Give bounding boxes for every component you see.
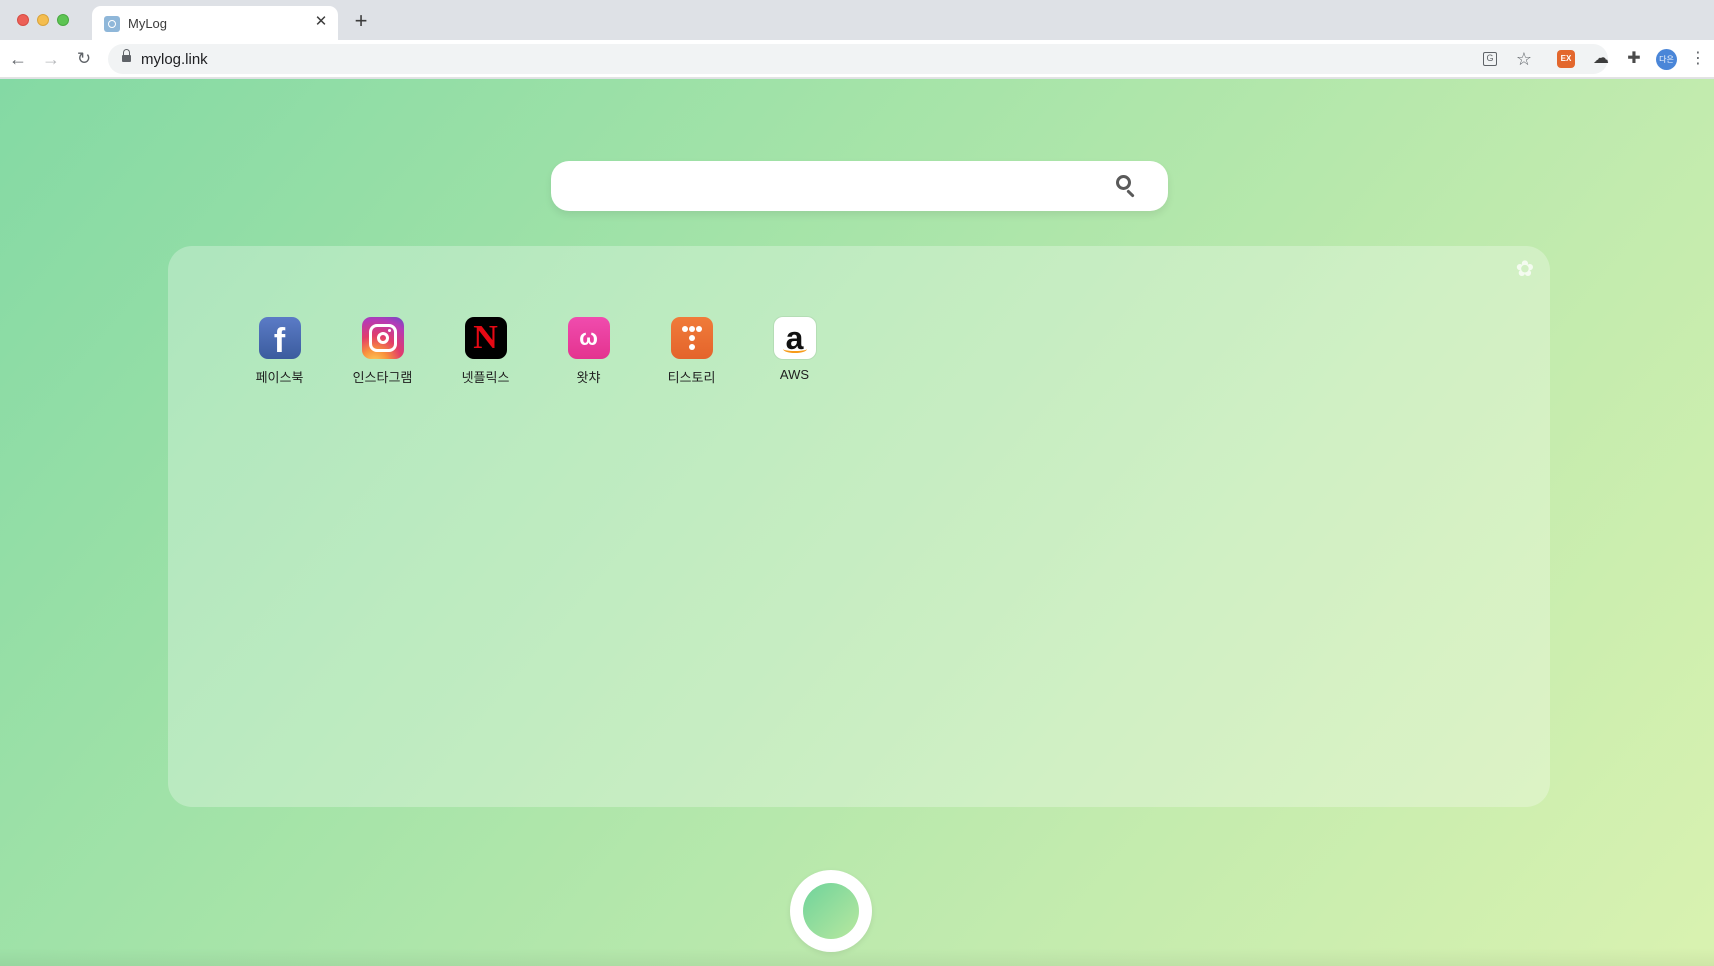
search-input[interactable]	[571, 171, 1111, 201]
shortcut-label[interactable]: 왓챠	[577, 367, 601, 386]
forward-button[interactable]: →	[40, 48, 62, 70]
shortcut-tistory[interactable]: 티스토리	[640, 317, 743, 386]
shortcut-label[interactable]: 페이스북	[256, 367, 304, 386]
shortcut-watcha[interactable]: ω 왓챠	[537, 317, 640, 386]
shortcut-netflix[interactable]: N 넷플릭스	[434, 317, 537, 386]
translate-icon[interactable]: G	[1483, 52, 1497, 66]
lock-icon[interactable]	[122, 49, 131, 63]
close-window-button[interactable]	[17, 14, 29, 26]
launcher-orb-icon	[803, 883, 859, 939]
tistory-icon[interactable]	[670, 317, 713, 359]
back-button[interactable]: ←	[7, 48, 29, 70]
shortcut-instagram[interactable]: 인스타그램	[331, 317, 434, 386]
shortcut-aws[interactable]: a AWS	[743, 317, 846, 386]
browser-tab[interactable]: MyLog ✕	[92, 6, 338, 40]
shortcut-label[interactable]: 티스토리	[668, 367, 716, 386]
profile-avatar[interactable]: 다은	[1656, 49, 1677, 70]
new-tab-button[interactable]: +	[350, 10, 372, 32]
amazon-smile-icon	[782, 345, 807, 353]
maximize-window-button[interactable]	[57, 14, 69, 26]
browser-menu-icon[interactable]: ⋮	[1688, 48, 1708, 70]
bottom-shadow	[0, 948, 1714, 966]
extensions-puzzle-icon[interactable]: ✚	[1623, 48, 1645, 70]
shortcut-label[interactable]: 넷플릭스	[462, 367, 510, 386]
gear-icon[interactable]: ✿	[1514, 258, 1536, 280]
shortcut-label[interactable]: 인스타그램	[353, 367, 413, 386]
amazon-icon[interactable]: a	[773, 317, 816, 359]
search-icon[interactable]	[1115, 174, 1139, 198]
watcha-icon[interactable]: ω	[567, 317, 610, 359]
shortcuts-panel: ✿ f 페이스북 인스타그램 N 넷플릭스 ω 왓챠 티스토리 a AWS	[168, 246, 1550, 807]
instagram-icon[interactable]	[361, 317, 404, 359]
launcher-button[interactable]	[790, 870, 872, 952]
close-tab-icon[interactable]: ✕	[312, 13, 330, 31]
address-bar[interactable]: mylog.link G ☆	[108, 44, 1608, 74]
shortcut-list: f 페이스북 인스타그램 N 넷플릭스 ω 왓챠 티스토리 a AWS	[228, 317, 846, 386]
tab-strip: MyLog ✕ +	[0, 0, 1714, 40]
shortcut-facebook[interactable]: f 페이스북	[228, 317, 331, 386]
minimize-window-button[interactable]	[37, 14, 49, 26]
page-background: ✿ f 페이스북 인스타그램 N 넷플릭스 ω 왓챠 티스토리 a AWS	[0, 79, 1714, 966]
extension-ex-icon[interactable]: EX	[1557, 50, 1575, 68]
favicon-icon	[104, 16, 120, 32]
browser-toolbar: ← → ↻ mylog.link G ☆ EX ☁ ✚ 다은 ⋮	[0, 40, 1714, 78]
url-text[interactable]: mylog.link	[141, 51, 208, 68]
facebook-icon[interactable]: f	[258, 317, 301, 360]
shortcut-label[interactable]: AWS	[780, 367, 809, 382]
extension-cloud-icon[interactable]: ☁	[1590, 48, 1612, 70]
reload-button[interactable]: ↻	[73, 48, 95, 70]
netflix-icon[interactable]: N	[464, 317, 507, 359]
tab-title: MyLog	[128, 16, 168, 31]
bookmark-star-icon[interactable]: ☆	[1514, 49, 1534, 69]
search-bar[interactable]	[551, 161, 1168, 211]
